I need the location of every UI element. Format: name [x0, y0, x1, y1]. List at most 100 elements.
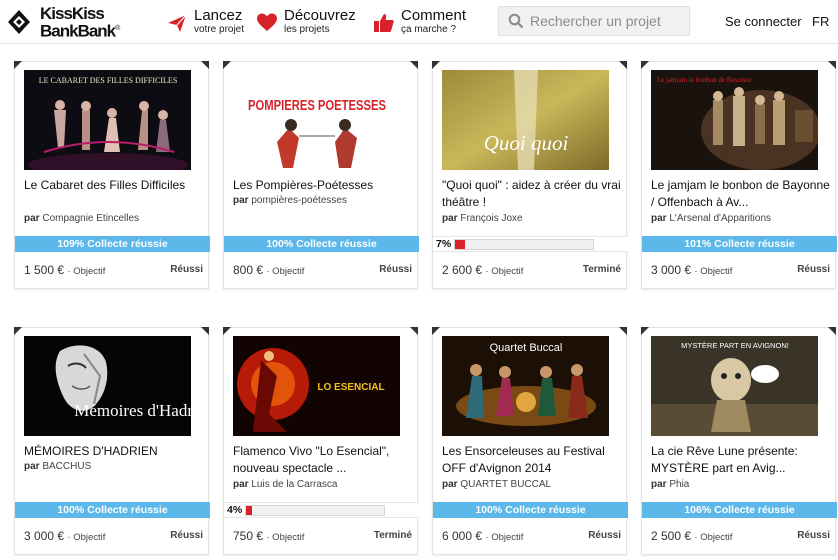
logo-registered-mark: ® — [115, 24, 121, 32]
progress-track — [454, 239, 594, 250]
project-title[interactable]: Le jamjam le bonbon de Bayonne / Offenba… — [651, 177, 833, 211]
project-card[interactable]: LE CABARET DES FILLES DIFFICILES Le Caba… — [14, 61, 210, 289]
status-badge: Terminé — [373, 530, 412, 541]
objective-label: · Objectif — [694, 532, 733, 543]
by-label: par — [442, 213, 458, 224]
project-title[interactable]: Flamenco Vivo "Lo Esencial", nouveau spe… — [233, 443, 415, 477]
nav-decouvrez[interactable]: Découvrez les projets — [256, 8, 356, 38]
heart-icon — [257, 13, 277, 31]
project-card[interactable]: MYSTÈRE PART EN AVIGNON! La cie Rêve Lun… — [641, 327, 837, 555]
project-image[interactable]: MYSTÈRE PART EN AVIGNON! — [651, 336, 818, 436]
funding-success-bar: 106% Collecte réussie — [642, 502, 837, 518]
nav-lancez[interactable]: Lancez votre projet — [166, 8, 244, 38]
logo-mark-icon — [8, 10, 30, 34]
project-title[interactable]: Le Cabaret des Filles Difficiles — [24, 177, 206, 194]
project-card[interactable]: Le jamjam le bonbon de Bayonne Le jamjam… — [641, 61, 837, 289]
thumb-caption: POMPIERES POETESSES — [248, 98, 386, 114]
project-card[interactable]: Quoi quoi "Quoi quoi" : aidez à créer du… — [432, 61, 628, 289]
login-link[interactable]: Se connecter — [725, 14, 802, 29]
thumbs-up-icon — [374, 14, 394, 32]
logo-line-2: BankBank — [40, 21, 116, 41]
progress-percent: 4% — [227, 504, 243, 516]
kisskissbankbank-logo[interactable]: KissKiss BankBank® — [4, 4, 150, 40]
funding-progress: 4% — [224, 502, 419, 518]
progress-percent: 7% — [436, 238, 452, 250]
thumb-caption: MYSTÈRE PART EN AVIGNON! — [681, 341, 789, 350]
search-box — [498, 6, 690, 36]
project-card[interactable]: LO ESENCIAL Flamenco Vivo "Lo Esencial",… — [223, 327, 419, 555]
objective-label: · Objectif — [67, 266, 106, 277]
status-badge: Réussi — [797, 530, 830, 541]
nav-decouvrez-label: Découvrez — [284, 7, 356, 24]
status-badge: Terminé — [582, 264, 621, 275]
project-author[interactable]: Luis de la Carrasca — [251, 479, 337, 490]
by-label: par — [233, 479, 249, 490]
objective-label: · Objectif — [694, 266, 733, 277]
site-header: KissKiss BankBank® Lancez votre projet D… — [0, 0, 838, 44]
by-label: par — [233, 195, 249, 206]
objective-label: · Objectif — [485, 532, 524, 543]
project-title[interactable]: La cie Rêve Lune présente: MYSTÈRE part … — [651, 443, 833, 477]
funding-progress: 7% — [433, 236, 628, 252]
status-badge: Réussi — [797, 264, 830, 275]
project-card[interactable]: Quartet Buccal Les Ensorceleuses au Fest… — [432, 327, 628, 555]
project-image[interactable]: Mémoires d'Hadrien — [24, 336, 191, 436]
funding-success-bar: 100% Collecte réussie — [433, 502, 628, 518]
progress-fill — [246, 506, 252, 515]
project-card[interactable]: Mémoires d'Hadrien MÉMOIRES D'HADRIEN pa… — [14, 327, 210, 555]
project-image[interactable]: Quoi quoi — [442, 70, 609, 170]
by-label: par — [24, 213, 40, 224]
project-title[interactable]: Les Pompières-Poétesses — [233, 177, 415, 194]
project-title[interactable]: MÉMOIRES D'HADRIEN — [24, 443, 206, 460]
search-icon[interactable] — [508, 13, 524, 29]
goal-amount: 2 600 € — [442, 263, 483, 277]
language-selector[interactable]: FR — [812, 14, 829, 29]
project-author[interactable]: L'Arsenal d'Apparitions — [669, 213, 771, 224]
thumb-caption: Mémoires d'Hadrien — [74, 401, 191, 420]
nav-lancez-label: Lancez — [194, 7, 243, 24]
by-label: par — [24, 461, 40, 472]
project-image[interactable]: Le jamjam le bonbon de Bayonne — [651, 70, 818, 170]
project-author[interactable]: Phia — [669, 479, 689, 490]
objective-label: · Objectif — [266, 532, 305, 543]
objective-label: · Objectif — [485, 266, 524, 277]
by-label: par — [651, 213, 667, 224]
goal-amount: 3 000 € — [24, 529, 65, 543]
project-image[interactable]: POMPIERES POETESSES — [233, 70, 400, 170]
paper-plane-icon — [168, 14, 187, 32]
project-image[interactable]: Quartet Buccal — [442, 336, 609, 436]
nav-lancez-sublabel: votre projet — [194, 24, 245, 35]
project-author[interactable]: François Joxe — [460, 213, 522, 224]
funding-success-bar: 101% Collecte réussie — [642, 236, 837, 252]
progress-track — [245, 505, 385, 516]
goal-amount: 2 500 € — [651, 529, 692, 543]
thumb-caption: Le jamjam le bonbon de Bayonne — [657, 76, 752, 84]
objective-label: · Objectif — [67, 532, 106, 543]
thumb-caption: LO ESENCIAL — [317, 382, 384, 393]
project-author[interactable]: QUARTET BUCCAL — [460, 479, 551, 490]
funding-success-bar: 100% Collecte réussie — [15, 502, 210, 518]
thumb-caption: LE CABARET DES FILLES DIFFICILES — [39, 76, 178, 85]
project-author[interactable]: pompières-poétesses — [251, 195, 347, 206]
project-title[interactable]: Les Ensorceleuses au Festival OFF d'Avig… — [442, 443, 624, 477]
project-title[interactable]: "Quoi quoi" : aidez à créer du vrai théâ… — [442, 177, 624, 211]
funding-success-bar: 100% Collecte réussie — [224, 236, 419, 252]
by-label: par — [651, 479, 667, 490]
project-image[interactable]: LE CABARET DES FILLES DIFFICILES — [24, 70, 191, 170]
search-input[interactable] — [530, 13, 685, 29]
project-card[interactable]: POMPIERES POETESSES Les Pompières-Poétes… — [223, 61, 419, 289]
project-author[interactable]: BACCHUS — [42, 461, 91, 472]
status-badge: Réussi — [588, 530, 621, 541]
thumb-caption: Quoi quoi — [484, 131, 569, 155]
status-badge: Réussi — [170, 264, 203, 275]
goal-amount: 800 € — [233, 263, 264, 277]
status-badge: Réussi — [170, 530, 203, 541]
thumb-caption: Quartet Buccal — [490, 342, 563, 354]
status-badge: Réussi — [379, 264, 412, 275]
project-author[interactable]: Compagnie Etincelles — [42, 213, 139, 224]
project-image[interactable]: LO ESENCIAL — [233, 336, 400, 436]
objective-label: · Objectif — [266, 266, 305, 277]
nav-comment[interactable]: Comment ça marche ? — [373, 8, 466, 38]
nav-comment-sublabel: ça marche ? — [401, 24, 457, 35]
goal-amount: 3 000 € — [651, 263, 692, 277]
